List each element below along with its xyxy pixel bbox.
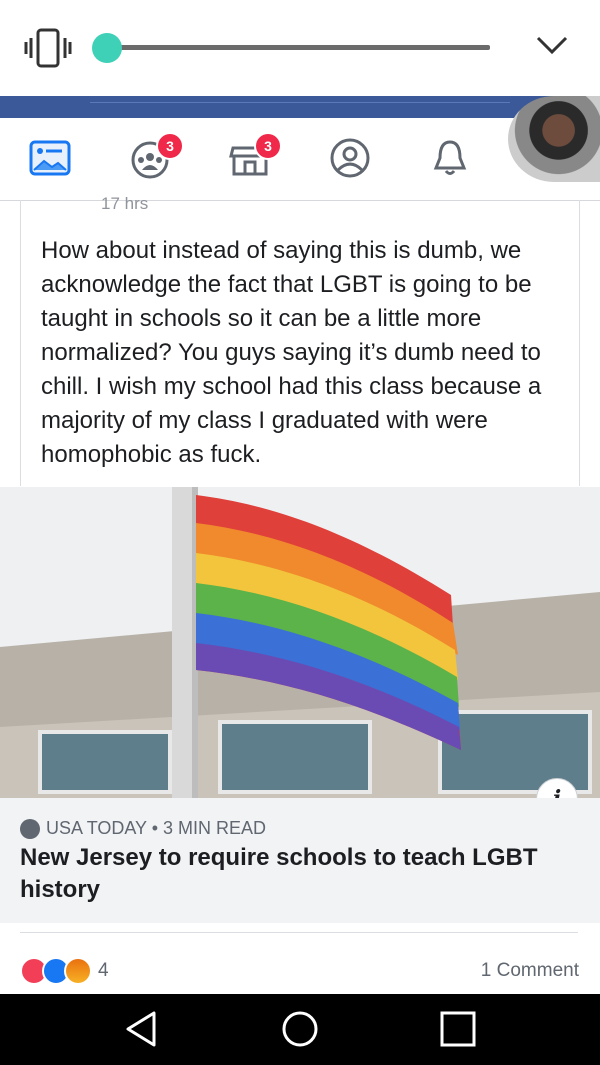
link-source: USA TODAY • 3 MIN READ	[20, 818, 266, 839]
groups-badge: 3	[156, 132, 184, 160]
link-source-text: USA TODAY • 3 MIN READ	[46, 818, 267, 838]
app-header-bar	[0, 96, 600, 118]
instant-article-bolt-icon	[20, 818, 40, 839]
volume-panel	[0, 0, 600, 96]
chat-head-avatar[interactable]	[508, 96, 600, 182]
divider	[20, 932, 578, 933]
bell-icon[interactable]	[428, 136, 472, 180]
post-timestamp: 17 hrs	[101, 194, 149, 213]
home-icon[interactable]	[280, 1009, 320, 1049]
rainbow-flag-photo	[0, 487, 600, 798]
post-card: 17 hrs How about instead of saying this …	[20, 194, 580, 486]
recents-icon[interactable]	[438, 1009, 478, 1049]
comment-count-link[interactable]: 1 Comment	[481, 960, 579, 982]
news-feed-icon[interactable]	[28, 136, 72, 180]
volume-slider-handle[interactable]	[92, 33, 122, 63]
back-icon[interactable]	[122, 1009, 162, 1049]
vibrate-icon[interactable]	[24, 24, 72, 72]
link-headline[interactable]: New Jersey to require schools to teach L…	[20, 842, 580, 906]
marketplace-badge: 3	[254, 132, 282, 160]
chevron-down-icon[interactable]	[534, 30, 570, 60]
article-image[interactable]	[0, 487, 600, 798]
reaction-count: 4	[98, 960, 109, 981]
post-text: How about instead of saying this is dumb…	[41, 237, 542, 468]
profile-icon[interactable]	[328, 136, 372, 180]
volume-slider-track[interactable]	[106, 45, 490, 50]
system-nav-bar	[0, 994, 600, 1065]
link-preview[interactable]: USA TODAY • 3 MIN READ New Jersey to req…	[0, 798, 600, 923]
angry-reaction-icon	[64, 957, 92, 985]
reactions-summary[interactable]: 4	[20, 957, 109, 985]
